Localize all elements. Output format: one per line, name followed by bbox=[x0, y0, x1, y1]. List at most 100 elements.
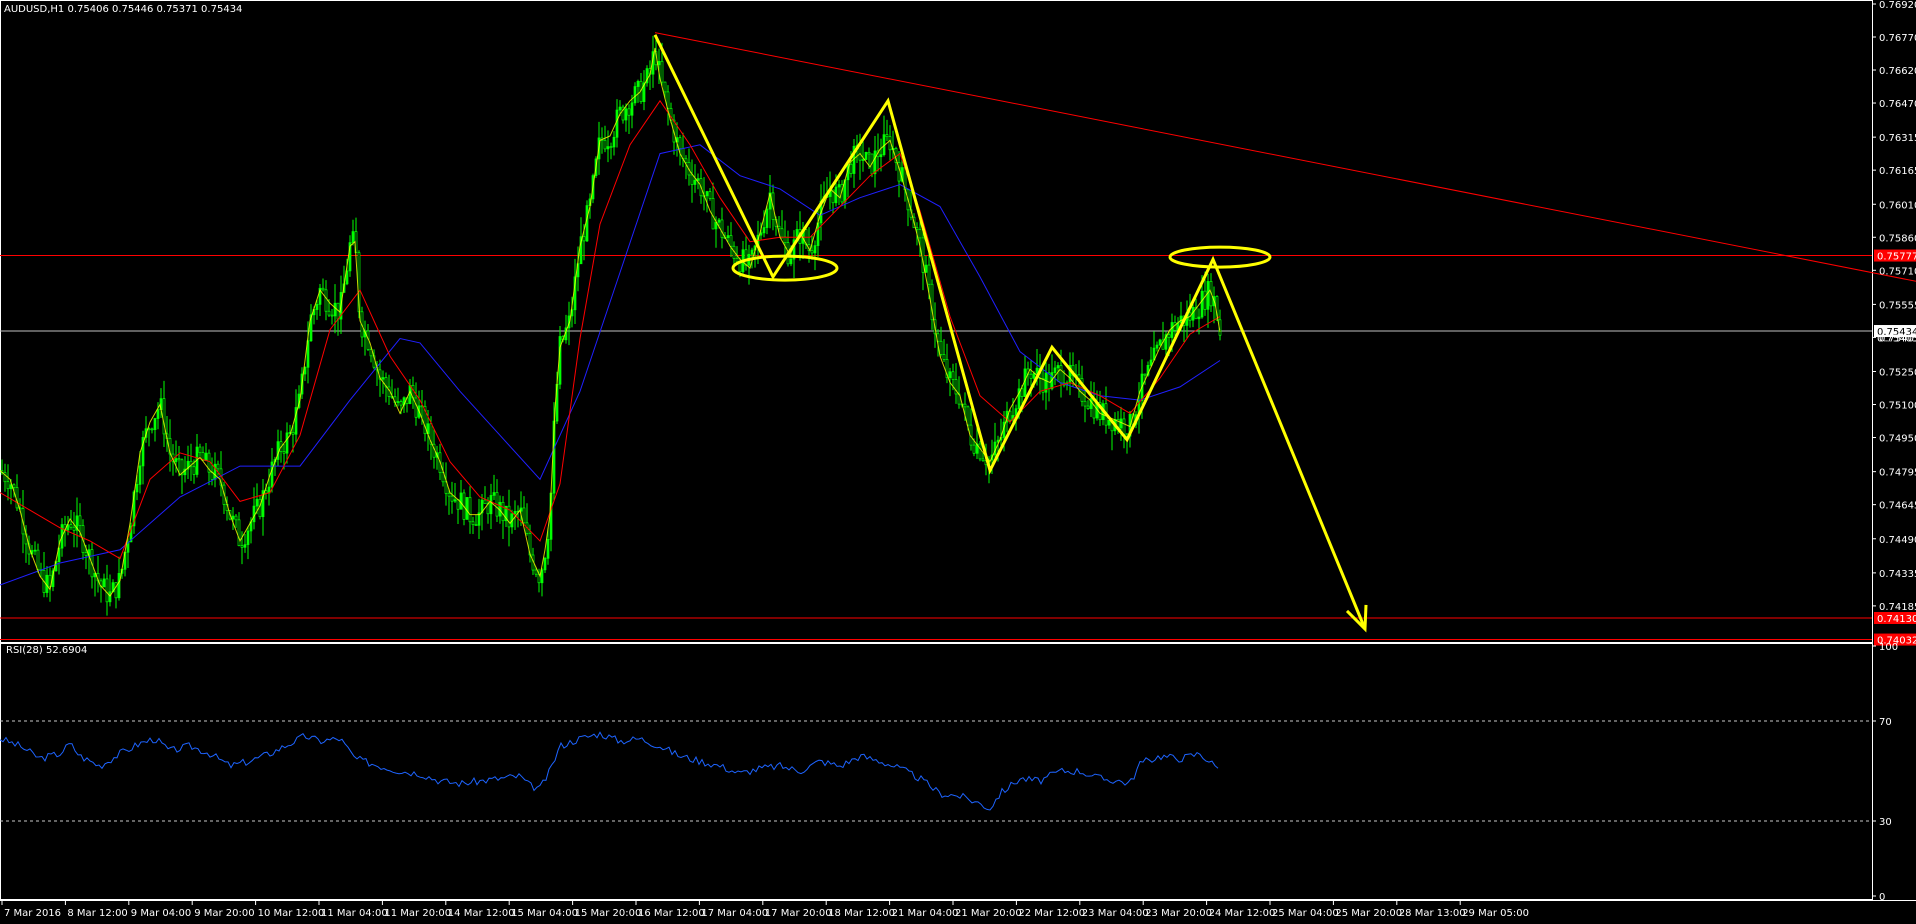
x-tick-label: 16 Mar 12:00 bbox=[638, 908, 705, 919]
candle-body bbox=[381, 377, 385, 380]
x-tick-label: 21 Mar 20:00 bbox=[955, 908, 1022, 919]
candle-body bbox=[408, 385, 412, 404]
candle bbox=[168, 419, 172, 472]
y-tick-label: 0.75555 bbox=[1879, 300, 1916, 311]
candle-body bbox=[471, 521, 475, 525]
candle bbox=[684, 155, 688, 180]
candle bbox=[522, 496, 526, 524]
candle-body bbox=[864, 151, 868, 160]
candle-body bbox=[243, 544, 247, 548]
candle bbox=[459, 479, 463, 510]
candle-body bbox=[108, 591, 112, 603]
y-tick-label: 0.76010 bbox=[1879, 200, 1916, 211]
candle-body bbox=[837, 184, 841, 188]
candle bbox=[969, 408, 973, 451]
candle-body bbox=[153, 418, 157, 430]
candle-body bbox=[33, 549, 37, 552]
candle bbox=[189, 443, 193, 482]
candle-body bbox=[789, 258, 793, 265]
x-axis-ticks: 7 Mar 2016 8 Mar 12:00 9 Mar 04:00 9 Mar 20… bbox=[1, 900, 1529, 919]
candle bbox=[231, 507, 235, 530]
candle-body bbox=[255, 498, 259, 507]
candle-body bbox=[663, 81, 667, 93]
candle-body bbox=[291, 432, 295, 435]
candle-body bbox=[12, 484, 16, 488]
candle-body bbox=[630, 102, 634, 116]
y-tick-label: 0.75710 bbox=[1879, 266, 1916, 277]
candle bbox=[720, 207, 724, 249]
candle bbox=[474, 514, 478, 526]
candle-body bbox=[138, 465, 142, 485]
candle-body bbox=[951, 371, 955, 380]
candle bbox=[942, 339, 946, 363]
candle bbox=[45, 565, 49, 598]
candle-body bbox=[237, 519, 241, 546]
candle bbox=[1050, 354, 1054, 391]
rsi-tick-label: 0 bbox=[1879, 892, 1885, 903]
x-tick-label: 15 Mar 20:00 bbox=[575, 908, 642, 919]
candle bbox=[681, 132, 685, 168]
candle bbox=[468, 486, 472, 534]
candle bbox=[1119, 406, 1123, 442]
x-tick-label: 24 Mar 12:00 bbox=[1209, 908, 1276, 919]
candle bbox=[105, 564, 109, 616]
candle-body bbox=[582, 236, 586, 242]
candle-body bbox=[135, 484, 139, 493]
candle-body bbox=[117, 573, 121, 599]
candle bbox=[612, 131, 616, 156]
candle bbox=[600, 127, 604, 154]
candle-body bbox=[492, 492, 496, 496]
y-tick-label: 0.74645 bbox=[1879, 501, 1916, 512]
candle-body bbox=[1059, 365, 1063, 384]
candle bbox=[627, 104, 631, 134]
x-tick-label: 9 Mar 04:00 bbox=[131, 908, 191, 919]
candle-body bbox=[285, 432, 289, 454]
candle bbox=[1158, 338, 1162, 346]
candle bbox=[780, 210, 784, 239]
candle-body bbox=[972, 444, 976, 454]
x-tick-label: 9 Mar 20:00 bbox=[194, 908, 254, 919]
candle bbox=[489, 483, 493, 530]
candle-body bbox=[474, 524, 478, 526]
candle bbox=[117, 556, 121, 601]
candle-body bbox=[627, 108, 631, 116]
candle bbox=[207, 449, 211, 486]
y-tick-label: 0.76315 bbox=[1879, 133, 1916, 144]
candle bbox=[423, 400, 427, 442]
candle bbox=[501, 496, 505, 540]
candle-body bbox=[534, 569, 538, 575]
x-tick-label: 17 Mar 20:00 bbox=[765, 908, 832, 919]
candle bbox=[450, 481, 454, 514]
candle-body bbox=[966, 406, 970, 426]
y-tick-label: 0.76620 bbox=[1879, 66, 1916, 77]
candle-body bbox=[1020, 388, 1024, 397]
candle-body bbox=[636, 80, 640, 87]
candle-body bbox=[1143, 373, 1147, 376]
candle bbox=[477, 498, 481, 540]
candle-body bbox=[282, 451, 286, 454]
candle-body bbox=[150, 428, 154, 431]
candle-body bbox=[603, 139, 607, 150]
candle bbox=[957, 376, 961, 409]
candle-body bbox=[585, 205, 589, 242]
candle-body bbox=[690, 174, 694, 185]
x-tick-label: 8 Mar 12:00 bbox=[67, 908, 127, 919]
candle-body bbox=[708, 191, 712, 199]
candle-body bbox=[1119, 418, 1123, 429]
price-label: 0.74130 bbox=[1874, 611, 1916, 625]
candle-body bbox=[546, 538, 550, 559]
ma-fast-line bbox=[0, 99, 1221, 560]
candle-body bbox=[609, 146, 613, 148]
candle bbox=[1044, 362, 1048, 410]
rsi-tick-label: 70 bbox=[1879, 717, 1892, 728]
candle bbox=[726, 225, 730, 243]
y-tick-label: 0.76165 bbox=[1879, 166, 1916, 177]
x-tick-label: 21 Mar 04:00 bbox=[892, 908, 959, 919]
candle-body bbox=[963, 403, 967, 408]
candle-body bbox=[501, 501, 505, 522]
y-tick-label: 0.75250 bbox=[1879, 368, 1916, 379]
candle bbox=[540, 567, 544, 597]
candle bbox=[1137, 382, 1141, 434]
candle-body bbox=[942, 354, 946, 360]
candle bbox=[87, 544, 91, 575]
